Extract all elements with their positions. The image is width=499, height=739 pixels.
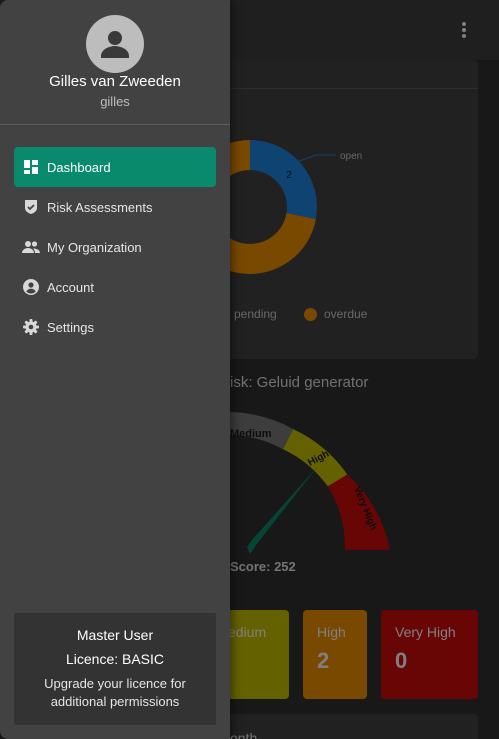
nav-item-my-organization[interactable]: My Organization <box>14 227 216 267</box>
nav-label-my-organization: My Organization <box>47 239 142 255</box>
dashboard-icon <box>22 158 40 176</box>
licence-upgrade-link[interactable]: Upgrade your licence for additional perm… <box>14 675 216 711</box>
nav-label-account: Account <box>47 279 94 295</box>
licence-info: Master User Licence: BASIC Upgrade your … <box>14 613 216 725</box>
user-handle: gilles <box>100 94 130 109</box>
people-icon <box>22 238 40 256</box>
licence-plan: Licence: BASIC <box>65 651 165 667</box>
navigation-drawer: Gilles van Zweeden gilles Dashboard Risk… <box>0 0 230 739</box>
nav-label-settings: Settings <box>47 319 94 335</box>
nav-label-risk-assessments: Risk Assessments <box>47 199 153 215</box>
drawer-nav: Dashboard Risk Assessments My Organizati… <box>14 147 216 347</box>
user-name: Gilles van Zweeden <box>49 73 181 90</box>
avatar[interactable] <box>86 15 144 73</box>
licence-role: Master User <box>76 627 154 643</box>
gear-icon <box>22 318 40 336</box>
shield-check-icon <box>22 198 40 216</box>
nav-label-dashboard: Dashboard <box>47 159 111 175</box>
person-icon <box>101 31 129 58</box>
drawer-header: Gilles van Zweeden gilles <box>0 0 230 125</box>
nav-item-account[interactable]: Account <box>14 267 216 307</box>
nav-item-settings[interactable]: Settings <box>14 307 216 347</box>
nav-item-risk-assessments[interactable]: Risk Assessments <box>14 187 216 227</box>
account-circle-icon <box>22 278 40 296</box>
nav-item-dashboard[interactable]: Dashboard <box>14 147 216 187</box>
